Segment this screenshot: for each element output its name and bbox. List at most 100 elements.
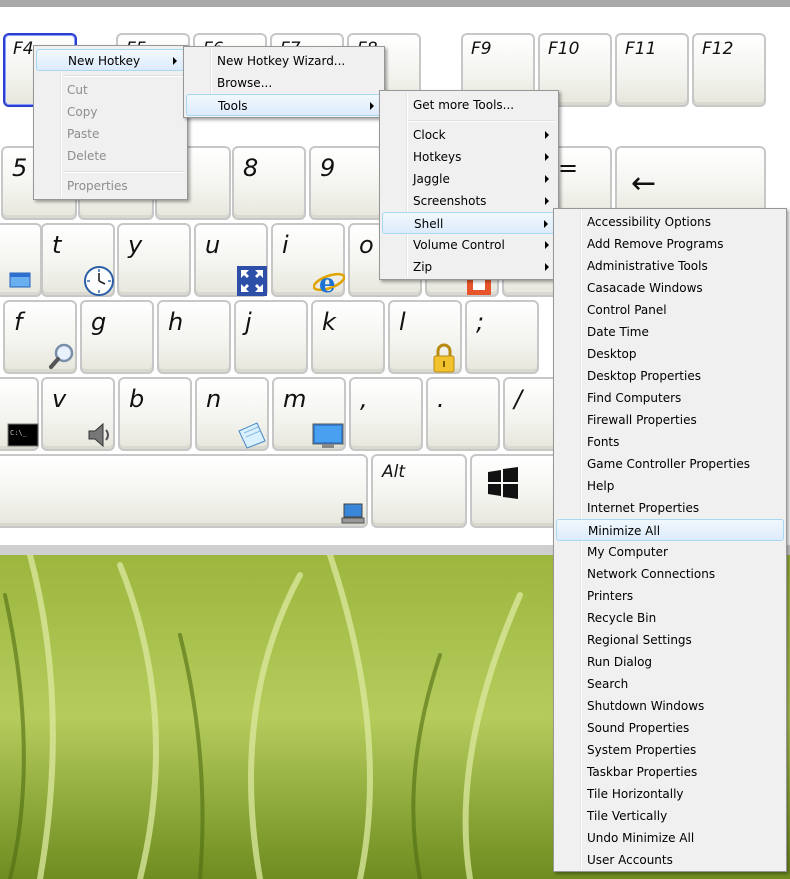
menu-item-label: Desktop Properties — [587, 369, 701, 383]
menu-item-new-hotkey[interactable]: New Hotkey — [36, 49, 185, 71]
menu-item-new-hotkey-wizard[interactable]: New Hotkey Wizard... — [186, 50, 382, 72]
menu-item-recycle-bin[interactable]: Recycle Bin — [556, 607, 784, 629]
shell-submenu: Accessibility Options Add Remove Program… — [553, 208, 787, 872]
menu-item-screenshots[interactable]: Screenshots — [382, 190, 556, 212]
key-k[interactable]: k — [311, 300, 385, 374]
svg-text:e: e — [319, 269, 336, 297]
menu-item-regional-settings[interactable]: Regional Settings — [556, 629, 784, 651]
key-label: j — [245, 308, 252, 336]
key-v[interactable]: v — [41, 377, 115, 451]
key-label: n — [206, 385, 222, 413]
menu-item-cut[interactable]: Cut — [36, 79, 185, 101]
key-m[interactable]: m — [272, 377, 346, 451]
key-t[interactable]: t — [41, 223, 115, 297]
key-space[interactable] — [0, 454, 368, 528]
menu-item-label: Screenshots — [413, 194, 487, 208]
menu-item-printers[interactable]: Printers — [556, 585, 784, 607]
key-i[interactable]: i e — [271, 223, 346, 299]
submenu-arrow-icon — [545, 263, 549, 271]
key-f[interactable]: f — [3, 300, 77, 374]
key-comma[interactable]: , — [349, 377, 423, 451]
menu-item-desktop-properties[interactable]: Desktop Properties — [556, 365, 784, 387]
key-semicolon[interactable]: ; — [465, 300, 539, 374]
key-l[interactable]: l — [388, 300, 462, 374]
key-label: F10 — [548, 39, 580, 59]
menu-item-administrative-tools[interactable]: Administrative Tools — [556, 255, 784, 277]
menu-item-date-time[interactable]: Date Time — [556, 321, 784, 343]
key-windows[interactable] — [470, 454, 566, 528]
key-c[interactable]: C:\_ — [0, 377, 39, 451]
menu-item-hotkeys[interactable]: Hotkeys — [382, 146, 556, 168]
menu-item-accessibility-options[interactable]: Accessibility Options — [556, 211, 784, 233]
menu-item-my-computer[interactable]: My Computer — [556, 541, 784, 563]
menu-item-paste[interactable]: Paste — [36, 123, 185, 145]
key-f12[interactable]: F12 — [692, 33, 766, 107]
key-alt[interactable]: Alt — [371, 454, 467, 528]
menu-item-desktop[interactable]: Desktop — [556, 343, 784, 365]
submenu-arrow-icon — [544, 220, 548, 228]
menu-separator — [63, 75, 184, 77]
clock-icon — [83, 265, 115, 301]
menu-item-label: Casacade Windows — [587, 281, 703, 295]
menu-item-cascade-windows[interactable]: Casacade Windows — [556, 277, 784, 299]
menu-item-get-more-tools[interactable]: Get more Tools... — [382, 94, 556, 116]
menu-item-add-remove-programs[interactable]: Add Remove Programs — [556, 233, 784, 255]
key-u[interactable]: u — [194, 223, 268, 297]
key-f11[interactable]: F11 — [615, 33, 689, 107]
menu-item-label: Browse... — [217, 76, 273, 90]
key-9[interactable]: 9 — [309, 146, 383, 220]
key-h[interactable]: h — [157, 300, 231, 374]
menu-item-copy[interactable]: Copy — [36, 101, 185, 123]
menu-item-search[interactable]: Search — [556, 673, 784, 695]
menu-item-shell[interactable]: Shell — [382, 212, 556, 234]
menu-item-label: Delete — [67, 149, 107, 163]
menu-item-control-panel[interactable]: Control Panel — [556, 299, 784, 321]
menu-item-find-computers[interactable]: Find Computers — [556, 387, 784, 409]
menu-item-tile-vertically[interactable]: Tile Vertically — [556, 805, 784, 827]
submenu-arrow-icon — [370, 102, 374, 110]
menu-item-tile-horizontally[interactable]: Tile Horizontally — [556, 783, 784, 805]
submenu-arrow-icon — [545, 241, 549, 249]
submenu-arrow-icon — [545, 131, 549, 139]
menu-item-zip[interactable]: Zip — [382, 256, 556, 278]
menu-item-clock[interactable]: Clock — [382, 124, 556, 146]
menu-item-delete[interactable]: Delete — [36, 145, 185, 167]
padlock-icon — [432, 342, 456, 378]
menu-item-taskbar-properties[interactable]: Taskbar Properties — [556, 761, 784, 783]
menu-item-system-properties[interactable]: System Properties — [556, 739, 784, 761]
key-j[interactable]: j — [234, 300, 308, 374]
menu-item-volume-control[interactable]: Volume Control — [382, 234, 556, 256]
menu-item-user-accounts[interactable]: User Accounts — [556, 849, 784, 871]
key-r[interactable] — [0, 223, 42, 297]
menu-separator — [63, 171, 184, 173]
key-period[interactable]: . — [426, 377, 500, 451]
menu-item-label: Sound Properties — [587, 721, 690, 735]
key-8[interactable]: 8 — [232, 146, 306, 220]
menu-item-properties[interactable]: Properties — [36, 175, 185, 197]
menu-item-fonts[interactable]: Fonts — [556, 431, 784, 453]
menu-item-help[interactable]: Help — [556, 475, 784, 497]
menu-item-label: Fonts — [587, 435, 620, 449]
key-n[interactable]: n — [195, 377, 269, 451]
menu-item-network-connections[interactable]: Network Connections — [556, 563, 784, 585]
menu-item-game-controller-properties[interactable]: Game Controller Properties — [556, 453, 784, 475]
menu-item-label: Desktop — [587, 347, 637, 361]
menu-item-tools[interactable]: Tools — [186, 94, 382, 116]
key-y[interactable]: y — [117, 223, 191, 297]
menu-item-run-dialog[interactable]: Run Dialog — [556, 651, 784, 673]
menu-item-label: Date Time — [587, 325, 649, 339]
menu-item-label: Get more Tools... — [413, 98, 515, 112]
key-b[interactable]: b — [118, 377, 192, 451]
menu-item-undo-minimize-all[interactable]: Undo Minimize All — [556, 827, 784, 849]
menu-item-shutdown-windows[interactable]: Shutdown Windows — [556, 695, 784, 717]
menu-item-label: Find Computers — [587, 391, 682, 405]
submenu-arrow-icon — [173, 57, 177, 65]
menu-item-jaggle[interactable]: Jaggle — [382, 168, 556, 190]
menu-item-browse[interactable]: Browse... — [186, 72, 382, 94]
menu-item-label: New Hotkey — [68, 54, 141, 68]
menu-item-firewall-properties[interactable]: Firewall Properties — [556, 409, 784, 431]
menu-item-sound-properties[interactable]: Sound Properties — [556, 717, 784, 739]
key-g[interactable]: g — [80, 300, 154, 374]
menu-item-internet-properties[interactable]: Internet Properties — [556, 497, 784, 519]
menu-item-minimize-all[interactable]: Minimize All — [556, 519, 784, 541]
